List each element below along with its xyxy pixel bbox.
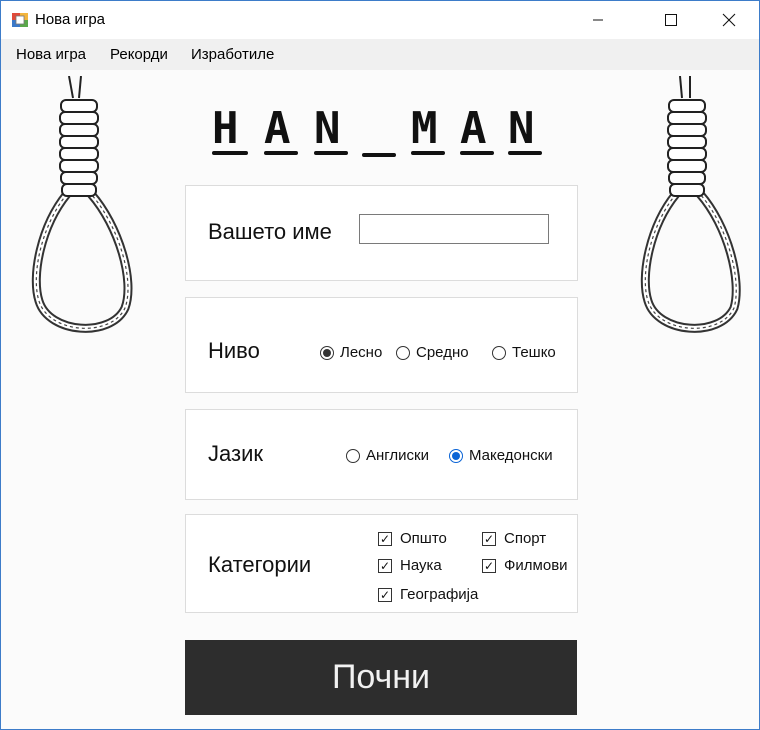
checkbox-checked[interactable]: ✓	[378, 558, 392, 573]
checkbox-checked[interactable]: ✓	[378, 587, 392, 602]
menu-bar: Нова игра Рекорди Изработиле	[1, 39, 759, 70]
maximize-button[interactable]	[648, 1, 694, 39]
logo-letter: H	[212, 103, 239, 154]
menu-new-game[interactable]: Нова игра	[16, 46, 86, 63]
checkbox-checked[interactable]: ✓	[378, 531, 392, 546]
language-panel: Јазик Англиски Македонски	[185, 409, 578, 500]
categories-panel: Категории ✓ Општо ✓ Спорт ✓ Наука ✓ Филм…	[185, 514, 578, 613]
level-label: Ниво	[208, 338, 260, 363]
logo-letter: N	[314, 103, 341, 154]
checkbox-checked[interactable]: ✓	[482, 531, 496, 546]
radio-selected[interactable]	[320, 345, 334, 360]
close-button[interactable]	[706, 1, 752, 39]
game-logo: H A N M A N	[212, 103, 542, 157]
right-noose-image	[640, 76, 741, 333]
language-option-label: Македонски	[469, 447, 553, 464]
level-option-label: Средно	[416, 344, 469, 361]
category-label: Филмови	[504, 557, 568, 574]
start-button[interactable]: Почни	[185, 640, 577, 715]
name-input[interactable]	[359, 214, 549, 244]
name-panel: Вашето име	[185, 185, 578, 281]
radio-unselected[interactable]	[346, 448, 360, 463]
language-option-label: Англиски	[366, 447, 430, 464]
level-option-hard[interactable]: Тешко	[492, 344, 556, 361]
level-option-label: Тешко	[512, 344, 556, 361]
app-icon	[12, 13, 28, 27]
category-label: Наука	[400, 557, 442, 574]
level-option-easy[interactable]: Лесно	[320, 344, 382, 361]
logo-letter: N	[508, 103, 535, 154]
level-option-medium[interactable]: Средно	[396, 344, 469, 361]
menu-records[interactable]: Рекорди	[110, 46, 168, 63]
language-option-english[interactable]: Англиски	[346, 447, 429, 464]
language-option-macedonian[interactable]: Македонски	[449, 447, 553, 464]
radio-unselected[interactable]	[396, 345, 410, 360]
category-science[interactable]: ✓ Наука	[378, 557, 442, 574]
category-movies[interactable]: ✓ Филмови	[482, 557, 568, 574]
category-geography[interactable]: ✓ Географија	[378, 586, 478, 603]
logo-letter: A	[460, 103, 487, 154]
left-noose-image	[31, 76, 133, 333]
checkbox-checked[interactable]: ✓	[482, 558, 496, 573]
minimize-button[interactable]	[575, 1, 621, 39]
name-label: Вашето име	[208, 219, 332, 244]
category-sport[interactable]: ✓ Спорт	[482, 530, 546, 547]
category-label: Спорт	[504, 530, 547, 547]
level-panel: Ниво Лесно Средно Тешко	[185, 297, 578, 393]
window-title: Нова игра	[35, 11, 106, 28]
close-icon	[722, 13, 736, 27]
category-label: Општо	[400, 530, 447, 547]
menu-authors[interactable]: Изработиле	[191, 46, 274, 63]
minimize-icon	[593, 19, 603, 21]
category-general[interactable]: ✓ Општо	[378, 530, 447, 547]
language-label: Јазик	[208, 441, 263, 466]
radio-selected[interactable]	[449, 448, 463, 463]
radio-unselected[interactable]	[492, 345, 506, 360]
category-label: Географија	[400, 586, 479, 603]
maximize-icon	[665, 14, 677, 26]
title-bar: Нова игра	[1, 1, 759, 39]
logo-letter: M	[411, 103, 438, 154]
level-option-label: Лесно	[340, 344, 383, 361]
categories-label: Категории	[208, 552, 312, 577]
app-window: Нова игра Нова игра Рекорди Изработиле H…	[0, 0, 760, 730]
logo-letter: A	[264, 103, 291, 154]
